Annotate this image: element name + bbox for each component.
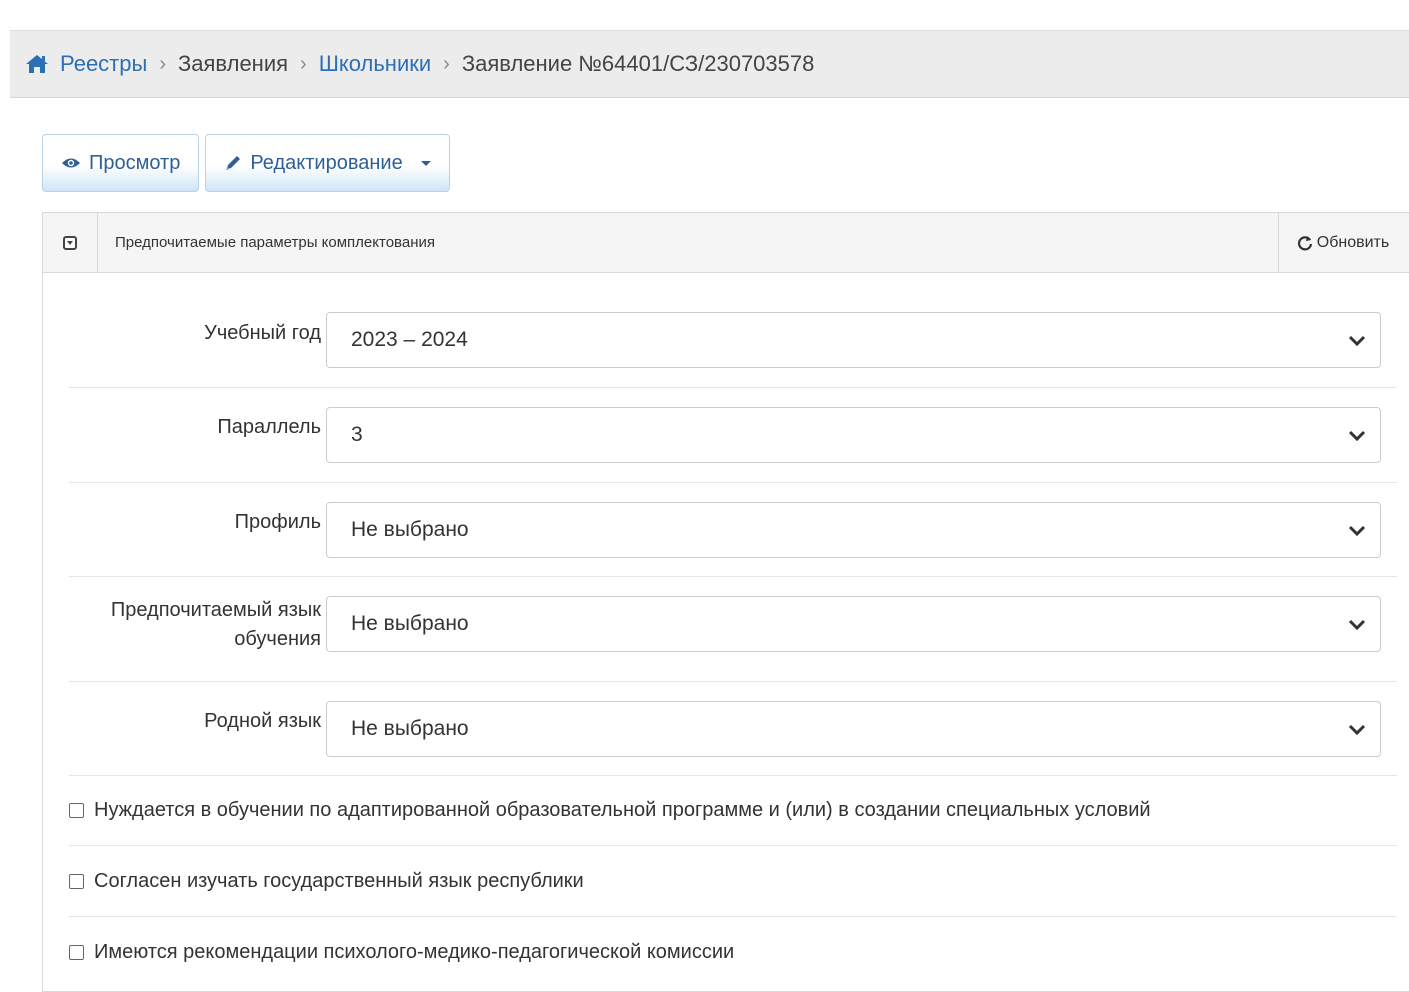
academic-year-label: Учебный год	[204, 322, 321, 344]
checkbox-row-pmpk[interactable]: Имеются рекомендации психолого-медико-пе…	[69, 917, 1397, 987]
native-language-value: Не выбрано	[351, 717, 469, 740]
checkbox-row-state-language[interactable]: Согласен изучать государственный язык ре…	[69, 846, 1397, 917]
profile-select[interactable]: Не выбрано	[326, 502, 1381, 558]
language-label: Предпочитаемый язык обучения	[110, 599, 321, 650]
field-row-academic-year: Учебный год 2023 – 2024	[69, 293, 1397, 388]
field-row-parallel: Параллель 3	[69, 387, 1397, 483]
eye-icon	[62, 158, 80, 168]
panel-header: Предпочитаемые параметры комплектования …	[43, 213, 1409, 273]
pmpk-label: Имеются рекомендации психолого-медико-пе…	[94, 940, 735, 963]
native-language-select[interactable]: Не выбрано	[326, 701, 1381, 757]
chevron-down-icon	[420, 160, 431, 166]
refresh-button[interactable]: Обновить	[1278, 213, 1407, 272]
chevron-down-icon	[1348, 335, 1366, 347]
view-button[interactable]: Просмотр	[42, 134, 200, 192]
breadcrumb: Реестры › Заявления › Школьники › Заявле…	[10, 30, 1409, 98]
pencil-icon	[226, 156, 241, 170]
breadcrumb-separator-icon: ›	[443, 52, 450, 75]
parallel-select[interactable]: 3	[326, 407, 1381, 463]
native-language-label: Родной язык	[204, 710, 321, 732]
parallel-label: Параллель	[217, 416, 321, 438]
view-button-label: Просмотр	[89, 151, 181, 174]
checkbox-row-adapted-program[interactable]: Нуждается в обучении по адаптированной о…	[69, 775, 1397, 846]
chevron-down-icon	[1348, 619, 1366, 631]
collapse-icon	[63, 235, 77, 250]
pmpk-checkbox[interactable]	[69, 944, 84, 960]
breadcrumb-current-application: Заявление №64401/СЗ/230703578	[461, 51, 815, 76]
refresh-label: Обновить	[1316, 233, 1390, 251]
top-strip	[0, 0, 1409, 10]
home-icon[interactable]	[24, 53, 50, 75]
language-value: Не выбрано	[351, 612, 469, 635]
edit-dropdown-button[interactable]: Редактирование	[205, 134, 450, 192]
mode-tabs: Просмотр Редактирование	[42, 134, 450, 192]
collapse-toggle[interactable]	[43, 213, 98, 272]
refresh-icon	[1297, 235, 1312, 250]
chevron-down-icon	[1348, 724, 1366, 736]
academic-year-select[interactable]: 2023 – 2024	[326, 312, 1381, 368]
field-row-language: Предпочитаемый язык обучения Не выбрано	[69, 576, 1397, 682]
breadcrumb-schoolchildren[interactable]: Школьники	[319, 51, 431, 77]
preferences-panel: Предпочитаемые параметры комплектования …	[42, 212, 1409, 992]
panel-title: Предпочитаемые параметры комплектования	[115, 234, 435, 251]
state-language-label: Согласен изучать государственный язык ре…	[94, 869, 584, 892]
parallel-value: 3	[351, 423, 363, 446]
edit-button-label: Редактирование	[250, 151, 403, 174]
adapted-program-label: Нуждается в обучении по адаптированной о…	[94, 798, 1151, 821]
breadcrumb-trail: Реестры › Заявления › Школьники › Заявле…	[24, 51, 814, 77]
academic-year-value: 2023 – 2024	[351, 328, 468, 351]
profile-value: Не выбрано	[351, 518, 469, 541]
breadcrumb-separator-icon: ›	[300, 52, 307, 75]
breadcrumb-registries[interactable]: Реестры	[60, 51, 147, 77]
state-language-checkbox[interactable]	[69, 873, 84, 889]
breadcrumb-separator-icon: ›	[159, 52, 166, 75]
field-row-profile: Профиль Не выбрано	[69, 482, 1397, 577]
language-select[interactable]: Не выбрано	[326, 596, 1381, 652]
profile-label: Профиль	[234, 511, 321, 533]
left-rail	[0, 98, 10, 978]
breadcrumb-applications: Заявления	[177, 51, 289, 76]
chevron-down-icon	[1348, 430, 1366, 442]
field-row-native-language: Родной язык Не выбрано	[69, 681, 1397, 776]
chevron-down-icon	[1348, 525, 1366, 537]
adapted-program-checkbox[interactable]	[69, 802, 84, 818]
